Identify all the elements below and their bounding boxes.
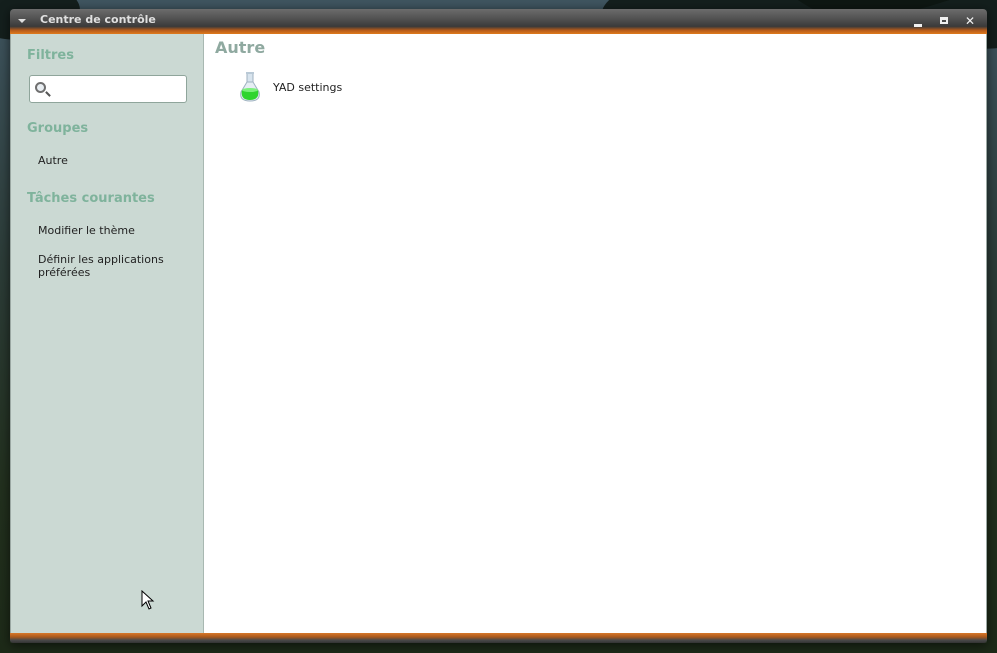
sidebar: Filtres Groupes Autre Tâches courantes M… — [11, 34, 204, 633]
window-title: Centre de contrôle — [40, 13, 156, 26]
groups-heading: Groupes — [27, 121, 89, 136]
task-preferred-apps[interactable]: Définir les applications préférées — [38, 253, 164, 279]
flask-icon — [240, 72, 260, 102]
task-change-theme[interactable]: Modifier le thème — [38, 224, 135, 237]
task-preferred-apps-line2: préférées — [38, 266, 91, 279]
search-input[interactable] — [52, 79, 182, 99]
tasks-heading: Tâches courantes — [27, 191, 155, 206]
search-field[interactable] — [29, 75, 187, 103]
search-icon — [35, 82, 46, 93]
close-button[interactable]: ✕ — [963, 14, 977, 28]
app-item-label: YAD settings — [273, 81, 343, 94]
section-heading: Autre — [215, 38, 266, 57]
title-bar[interactable]: Centre de contrôle ✕ — [10, 9, 987, 34]
task-preferred-apps-line1: Définir les applications — [38, 253, 164, 266]
minimize-button[interactable] — [911, 14, 925, 28]
filters-heading: Filtres — [27, 48, 74, 63]
group-item-autre[interactable]: Autre — [38, 154, 68, 167]
window-menu-icon[interactable] — [18, 19, 26, 23]
window-bottom-border — [10, 633, 987, 643]
mouse-cursor-icon — [141, 590, 155, 610]
maximize-button[interactable] — [937, 14, 951, 28]
window-content: Filtres Groupes Autre Tâches courantes M… — [10, 34, 987, 633]
control-center-window: Centre de contrôle ✕ Filtres Groupes Aut… — [10, 9, 987, 643]
app-item-yad-settings[interactable]: YAD settings — [239, 72, 439, 104]
